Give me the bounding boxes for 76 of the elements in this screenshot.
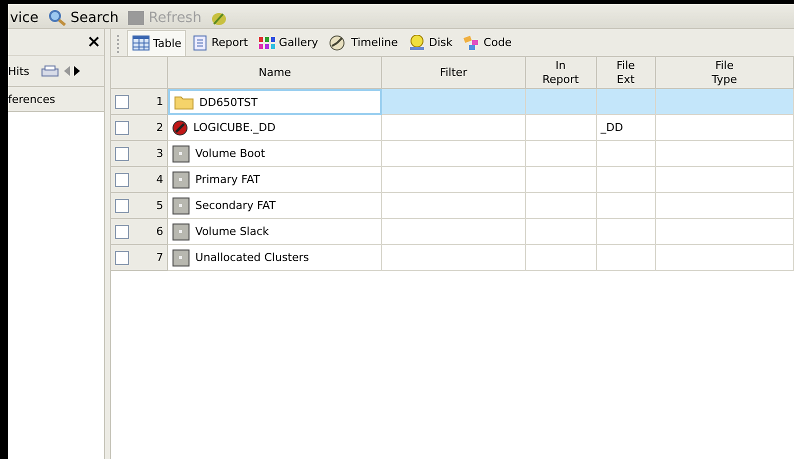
table-cell — [526, 141, 597, 167]
refresh-icon — [126, 10, 145, 26]
scroll-right-icon[interactable] — [73, 66, 82, 76]
column-header[interactable]: Filter — [382, 57, 526, 89]
table-row[interactable]: 3 Volume Boot — [111, 141, 794, 167]
table-row[interactable]: 6 Volume Slack — [111, 219, 794, 245]
document-icon — [192, 34, 208, 50]
volume-icon — [172, 248, 190, 266]
table-cell — [596, 89, 656, 115]
panel-item[interactable]: ferences — [8, 87, 104, 112]
row-number: 4 — [156, 173, 164, 186]
disk-icon — [408, 34, 426, 50]
row-checkbox[interactable] — [115, 172, 129, 186]
row-number: 5 — [156, 199, 164, 212]
deleted-icon — [172, 120, 188, 136]
file-name: DD650TST — [199, 96, 258, 108]
column-header[interactable]: In Report — [526, 57, 597, 89]
view-tab[interactable]: Disk — [404, 30, 457, 55]
table-cell: _DD — [596, 115, 656, 141]
table-cell — [526, 245, 597, 271]
table-row[interactable]: 5 Secondary FAT — [111, 193, 794, 219]
row-checkbox[interactable] — [115, 146, 129, 160]
view-tab[interactable]: Timeline — [324, 30, 402, 55]
table-row[interactable]: 7 Unallocated Clusters — [111, 245, 794, 271]
printer-icon[interactable] — [41, 65, 62, 77]
file-name: Volume Slack — [195, 225, 269, 238]
row-number: 1 — [156, 95, 164, 108]
splitter[interactable] — [104, 29, 111, 459]
panel-tab[interactable]: Hits — [8, 64, 30, 78]
column-header[interactable]: Name — [168, 57, 382, 89]
row-checkbox[interactable] — [115, 250, 129, 264]
row-checkbox[interactable] — [115, 224, 129, 238]
folder-icon — [174, 94, 194, 110]
row-checkbox[interactable] — [115, 198, 129, 212]
table-row[interactable]: 4 Primary FAT — [111, 167, 794, 193]
toolbar-label[interactable]: vice — [10, 10, 38, 26]
search-icon — [46, 10, 66, 26]
table-cell — [526, 219, 597, 245]
volume-icon — [172, 222, 190, 240]
volume-icon — [172, 170, 190, 188]
view-tab[interactable]: Code — [458, 30, 516, 55]
row-number: 7 — [156, 251, 164, 264]
table-row[interactable]: 2 LOGICUBE._DD _DD — [111, 115, 794, 141]
search-button[interactable]: Search — [46, 10, 119, 26]
volume-icon — [172, 196, 190, 214]
row-number: 2 — [156, 121, 164, 134]
file-name: Primary FAT — [195, 173, 260, 186]
table-cell — [596, 245, 656, 271]
table-cell — [526, 167, 597, 193]
table-cell — [526, 193, 597, 219]
code-icon — [462, 34, 481, 50]
table-cell — [596, 141, 656, 167]
column-header[interactable]: File Ext — [596, 57, 656, 89]
volume-icon — [172, 144, 190, 162]
row-number: 6 — [156, 225, 164, 238]
table-cell — [596, 219, 656, 245]
gallery-icon — [258, 36, 276, 50]
view-tab[interactable]: Report — [188, 30, 252, 55]
row-checkbox[interactable] — [115, 120, 129, 134]
table-cell — [596, 167, 656, 193]
column-header[interactable] — [111, 57, 168, 89]
file-name: Volume Boot — [195, 147, 266, 160]
file-name: LOGICUBE._DD — [193, 121, 276, 134]
table-cell — [526, 89, 597, 115]
column-header[interactable]: File Type — [656, 57, 794, 89]
row-number: 3 — [156, 147, 164, 160]
file-name: Secondary FAT — [195, 199, 276, 212]
table-row[interactable]: 1 DD650TST — [111, 89, 794, 115]
table-cell — [526, 115, 597, 141]
row-checkbox[interactable] — [115, 94, 129, 108]
table-cell — [596, 193, 656, 219]
view-tab[interactable]: Table — [127, 30, 186, 56]
file-name: Unallocated Clusters — [195, 251, 310, 264]
close-button[interactable]: × — [86, 34, 101, 50]
table-icon — [132, 35, 150, 51]
view-tab[interactable]: Gallery — [254, 30, 322, 55]
